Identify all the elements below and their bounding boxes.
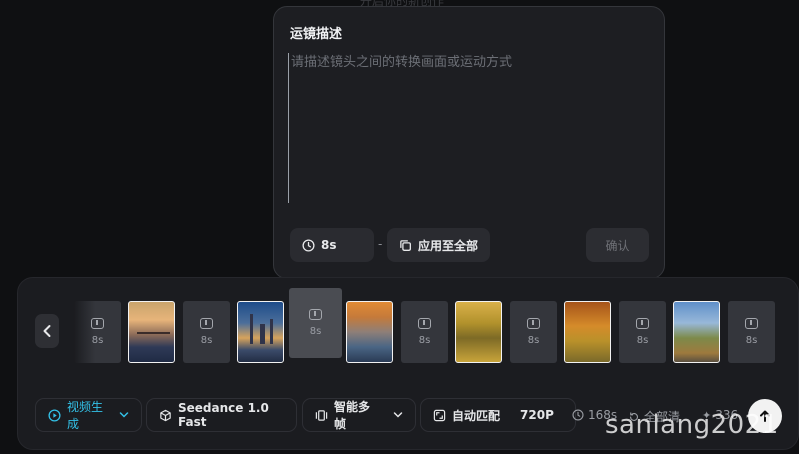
clock-icon	[302, 238, 315, 252]
duration-selector[interactable]: 8s	[290, 228, 374, 262]
apply-all-label: 应用至全部	[418, 238, 479, 253]
transition-icon	[527, 318, 540, 329]
frame-image[interactable]	[346, 301, 393, 363]
model-label: Seedance 1.0 Fast	[178, 401, 269, 429]
auto-match-label: 自动匹配	[452, 408, 501, 423]
transition-slot-selected[interactable]: 8s	[289, 288, 342, 358]
aspect-ratio-icon	[433, 409, 446, 422]
popup-title: 运镜描述	[290, 27, 343, 42]
slot-duration: 8s	[636, 335, 649, 346]
camera-description-input[interactable]	[288, 53, 648, 203]
frame-image[interactable]	[237, 301, 284, 363]
slot-duration: 8s	[309, 326, 322, 337]
aspect-resolution-selector[interactable]: 自动匹配 720P	[420, 398, 576, 432]
transition-icon	[636, 318, 649, 329]
watermark: sanlang2021	[605, 410, 779, 440]
transition-icon	[418, 318, 431, 329]
multi-frame-dropdown[interactable]: 智能多帧	[302, 398, 416, 432]
frame-image[interactable]	[564, 301, 611, 363]
transition-slot[interactable]: 8s	[183, 301, 230, 363]
frame-image[interactable]	[673, 301, 720, 363]
copy-icon	[399, 239, 412, 252]
frames-icon	[315, 409, 328, 422]
transition-slot[interactable]: 8s	[74, 301, 121, 363]
model-selector[interactable]: Seedance 1.0 Fast	[146, 398, 297, 432]
camera-description-popup: 运镜描述 8s - 应用至全部 确认	[273, 6, 665, 279]
video-generation-dropdown[interactable]: 视频生成	[35, 398, 142, 432]
slot-duration: 8s	[418, 335, 431, 346]
chevron-left-icon	[42, 324, 52, 338]
frame-image[interactable]	[128, 301, 175, 363]
clock-icon	[572, 409, 584, 421]
transition-icon	[91, 318, 104, 329]
transition-slot[interactable]: 8s	[619, 301, 666, 363]
video-generation-label: 视频生成	[67, 400, 104, 431]
chevron-down-icon	[393, 411, 403, 419]
transition-icon	[745, 318, 758, 329]
transition-slot[interactable]: 8s	[401, 301, 448, 363]
duration-value: 8s	[321, 238, 337, 252]
transition-icon	[200, 318, 213, 329]
slot-duration: 8s	[527, 335, 540, 346]
transition-icon	[309, 309, 322, 320]
frame-image[interactable]	[455, 301, 502, 363]
confirm-button[interactable]: 确认	[586, 228, 649, 262]
slot-duration: 8s	[745, 335, 758, 346]
apply-all-button[interactable]: 应用至全部	[387, 228, 490, 262]
separator-dash: -	[378, 237, 383, 251]
cube-icon	[159, 409, 172, 422]
chevron-down-icon	[119, 411, 129, 419]
transition-slot[interactable]: 8s	[510, 301, 557, 363]
frames-label: 智能多帧	[334, 400, 371, 431]
prev-button[interactable]	[35, 314, 59, 348]
transition-slot[interactable]: 8s	[728, 301, 775, 363]
resolution-label: 720P	[520, 408, 554, 422]
video-play-icon	[48, 408, 61, 422]
slot-duration: 8s	[91, 335, 104, 346]
slot-duration: 8s	[200, 335, 213, 346]
